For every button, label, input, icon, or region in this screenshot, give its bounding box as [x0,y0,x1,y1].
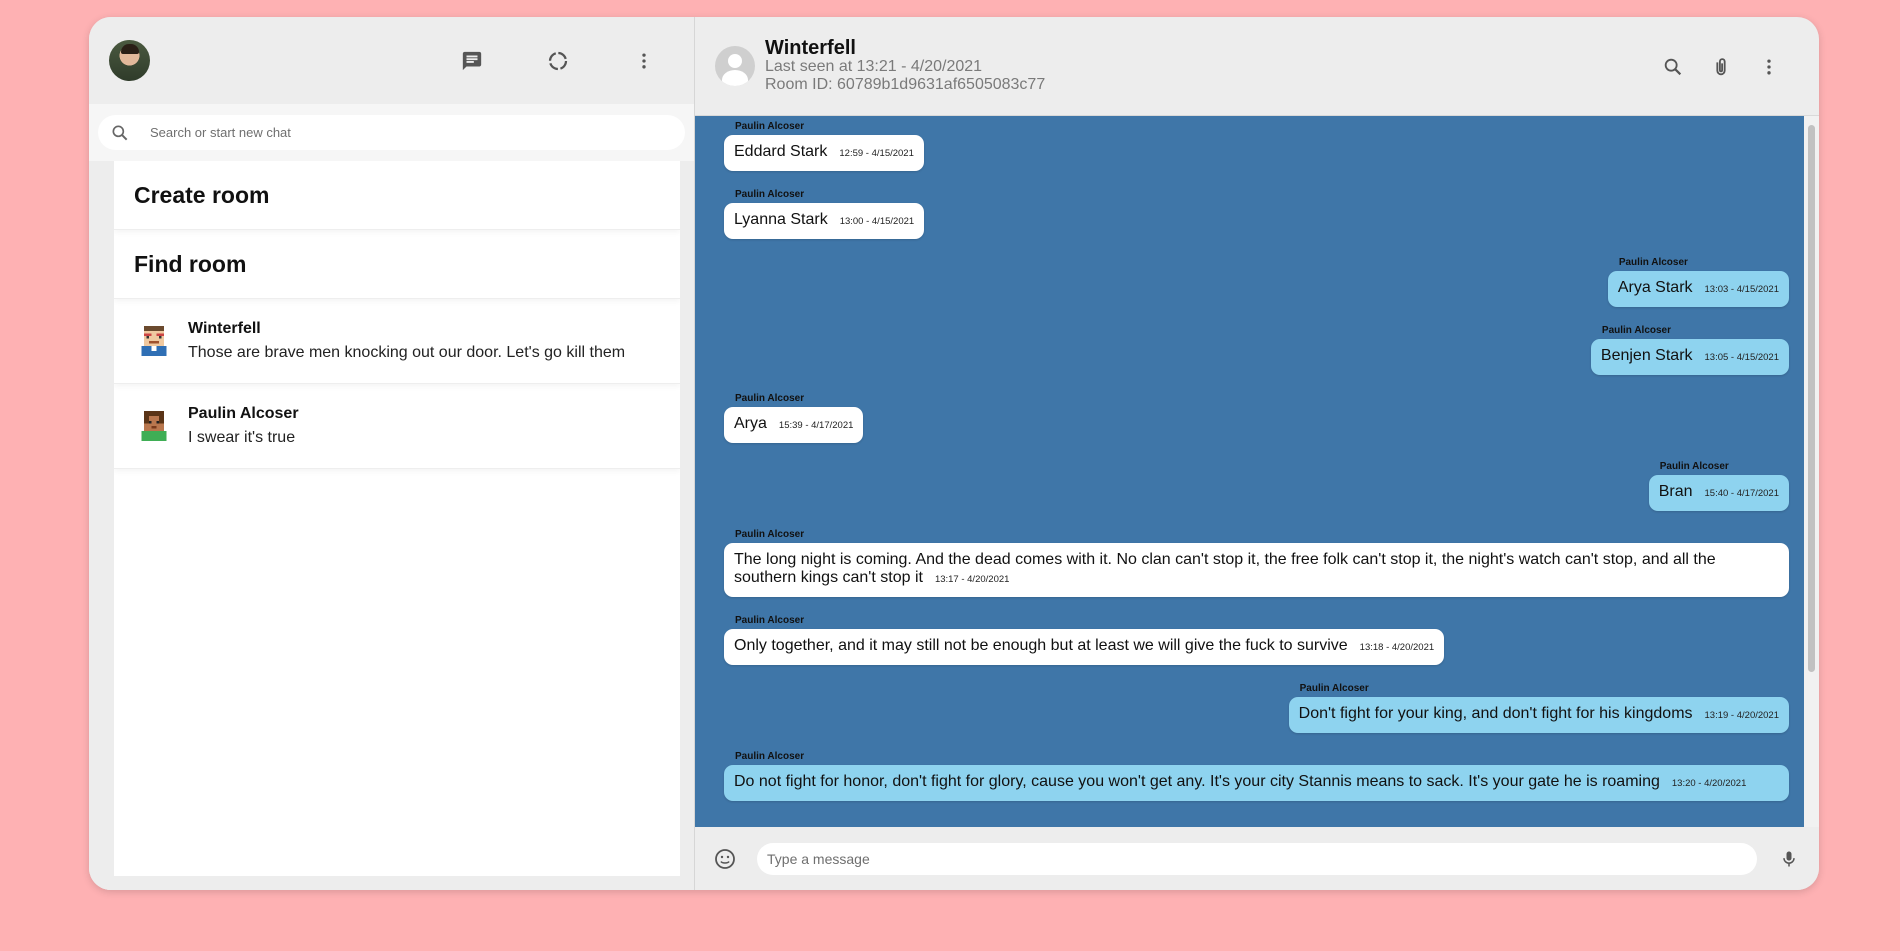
chat-name: Winterfell [188,320,261,337]
search-messages-button[interactable] [1653,47,1693,87]
message-bubble[interactable]: Arya 15:39 - 4/17/2021 [724,407,864,443]
message-time: 13:05 - 4/15/2021 [1704,352,1779,363]
message-author: Paulin Alcoser [1618,257,1688,268]
room-avatar[interactable] [715,46,755,86]
message-time: 15:39 - 4/17/2021 [778,420,854,431]
message: Paulin Alcoser Lyanna Stark 13:00 - 4/15/… [724,189,925,239]
sidebar: Create room Find room [89,17,695,890]
message-time: 13:00 - 4/15/2021 [839,216,915,227]
user-avatar[interactable] [109,40,150,81]
sidebar-header [89,17,694,104]
message-time: 13:18 - 4/20/2021 [1359,642,1435,653]
chat-list-container: Create room Find room Winterfell Those a… [89,161,694,890]
message-author: Paulin Alcoser [1601,325,1672,336]
status-icon [548,51,568,70]
message-text: Eddard Stark [734,143,828,160]
search-icon [1664,58,1682,75]
status-button[interactable] [538,41,578,81]
message-author: Paulin Alcoser [735,121,805,132]
chat-list: Create room Find room Winterfell Those a… [114,161,680,876]
more-vert-icon [1767,59,1771,74]
attach-button[interactable] [1701,47,1741,87]
message-author: Paulin Alcoser [735,615,805,626]
search-input[interactable] [150,125,610,140]
message-text: The long night is coming. And the dead c… [734,551,1716,586]
room-title: Winterfell [765,37,856,59]
message-text: Arya [734,415,767,432]
message-text: Bran [1658,483,1693,500]
message-time: 13:20 - 4/20/2021 [1671,778,1747,789]
message-time: 12:59 - 4/15/2021 [839,148,914,159]
message: Paulin Alcoser Bran 15:40 - 4/17/2021 [1648,461,1789,511]
message-bubble[interactable]: Eddard Stark 12:59 - 4/15/2021 [724,135,924,171]
message: Paulin Alcoser Do not fight for honor, d… [724,751,1789,801]
message-text: Only together, and it may still not be e… [734,637,1348,654]
chat-item-winterfell[interactable]: Winterfell Those are brave men knocking … [114,299,680,384]
message-time: 13:03 - 4/15/2021 [1704,284,1779,295]
emoji-button[interactable] [705,839,745,879]
message: Paulin Alcoser Only together, and it may… [724,615,1445,665]
message: Paulin Alcoser Eddard Stark 12:59 - 4/15/… [724,121,924,171]
more-vert-icon [642,53,646,68]
message-author: Paulin Alcoser [735,529,805,540]
message-author: Paulin Alcoser [1299,683,1369,694]
message-bubble[interactable]: Benjen Stark 13:05 - 4/15/2021 [1590,339,1789,375]
find-room-button[interactable]: Find room [114,230,680,299]
message-bubble[interactable]: Arya Stark 13:03 - 4/15/2021 [1607,271,1789,307]
message-time: 15:40 - 4/17/2021 [1704,488,1779,499]
create-room-button[interactable]: Create room [114,161,680,230]
message-bubble[interactable]: Bran 15:40 - 4/17/2021 [1648,475,1789,511]
message-time: 13:17 - 4/20/2021 [934,574,1010,585]
message-bubble[interactable]: Do not fight for honor, don't fight for … [724,765,1789,801]
last-seen: Last seen at 13:21 - 4/20/2021 [765,58,983,75]
chat-menu-button[interactable] [1749,47,1789,87]
scrollbar-thumb[interactable] [1808,125,1815,672]
attach-icon [1716,57,1726,75]
search-bar [89,104,694,161]
chat-last-message: Those are brave men knocking out our doo… [188,344,626,361]
message-scrollbar[interactable] [1804,116,1819,827]
message: Paulin Alcoser Arya 15:39 - 4/17/2021 [724,393,864,443]
message: Paulin Alcoser Benjen Stark 13:05 - 4/15/… [1590,325,1789,375]
message-list: Paulin Alcoser Eddard Stark 12:59 - 4/15/… [695,116,1819,827]
room-id: Room ID: 60789b1d9631af6505083c77 [765,76,1046,93]
message-author: Paulin Alcoser [735,189,805,200]
chat-name: Paulin Alcoser [188,405,299,422]
composer [695,827,1819,890]
message: Paulin Alcoser Don't fight for your king… [1288,683,1789,733]
app-window: Create room Find room [89,17,1819,890]
message-text: Arya Stark [1617,279,1693,296]
message: Paulin Alcoser Arya Stark 13:03 - 4/15/20… [1607,257,1789,307]
chat-item-paulin[interactable]: Paulin Alcoser I swear it's true [114,384,680,469]
message-text: Benjen Stark [1600,347,1693,364]
message-text: Do not fight for honor, don't fight for … [734,773,1660,790]
chat-header: Winterfell Last seen at 13:21 - 4/20/202… [695,17,1819,116]
emoji-icon [715,848,735,869]
message: Paulin Alcoser The long night is coming.… [724,529,1789,597]
mic-icon [1783,851,1795,866]
message-bubble[interactable]: Only together, and it may still not be e… [724,629,1445,665]
message-input[interactable] [757,842,1757,875]
search-box[interactable] [98,115,685,150]
chat-avatar [134,406,174,446]
new-chat-button[interactable] [452,41,492,81]
message-bubble[interactable]: The long night is coming. And the dead c… [724,543,1789,597]
chat-last-message: I swear it's true [188,429,296,446]
message-author: Paulin Alcoser [735,393,805,404]
chat-avatar [134,321,174,361]
message-author: Paulin Alcoser [735,751,805,762]
message-text: Lyanna Stark [734,211,828,228]
message-bubble[interactable]: Don't fight for your king, and don't fig… [1288,697,1789,733]
search-icon [112,125,128,140]
chat-icon [462,51,482,70]
mic-button[interactable] [1769,839,1809,879]
message-time: 13:19 - 4/20/2021 [1704,710,1779,721]
sidebar-menu-button[interactable] [624,41,664,81]
chat-panel: Winterfell Last seen at 13:21 - 4/20/202… [695,17,1819,890]
message-author: Paulin Alcoser [1659,461,1729,472]
message-bubble[interactable]: Lyanna Stark 13:00 - 4/15/2021 [724,203,925,239]
message-text: Don't fight for your king, and don't fig… [1298,705,1693,722]
